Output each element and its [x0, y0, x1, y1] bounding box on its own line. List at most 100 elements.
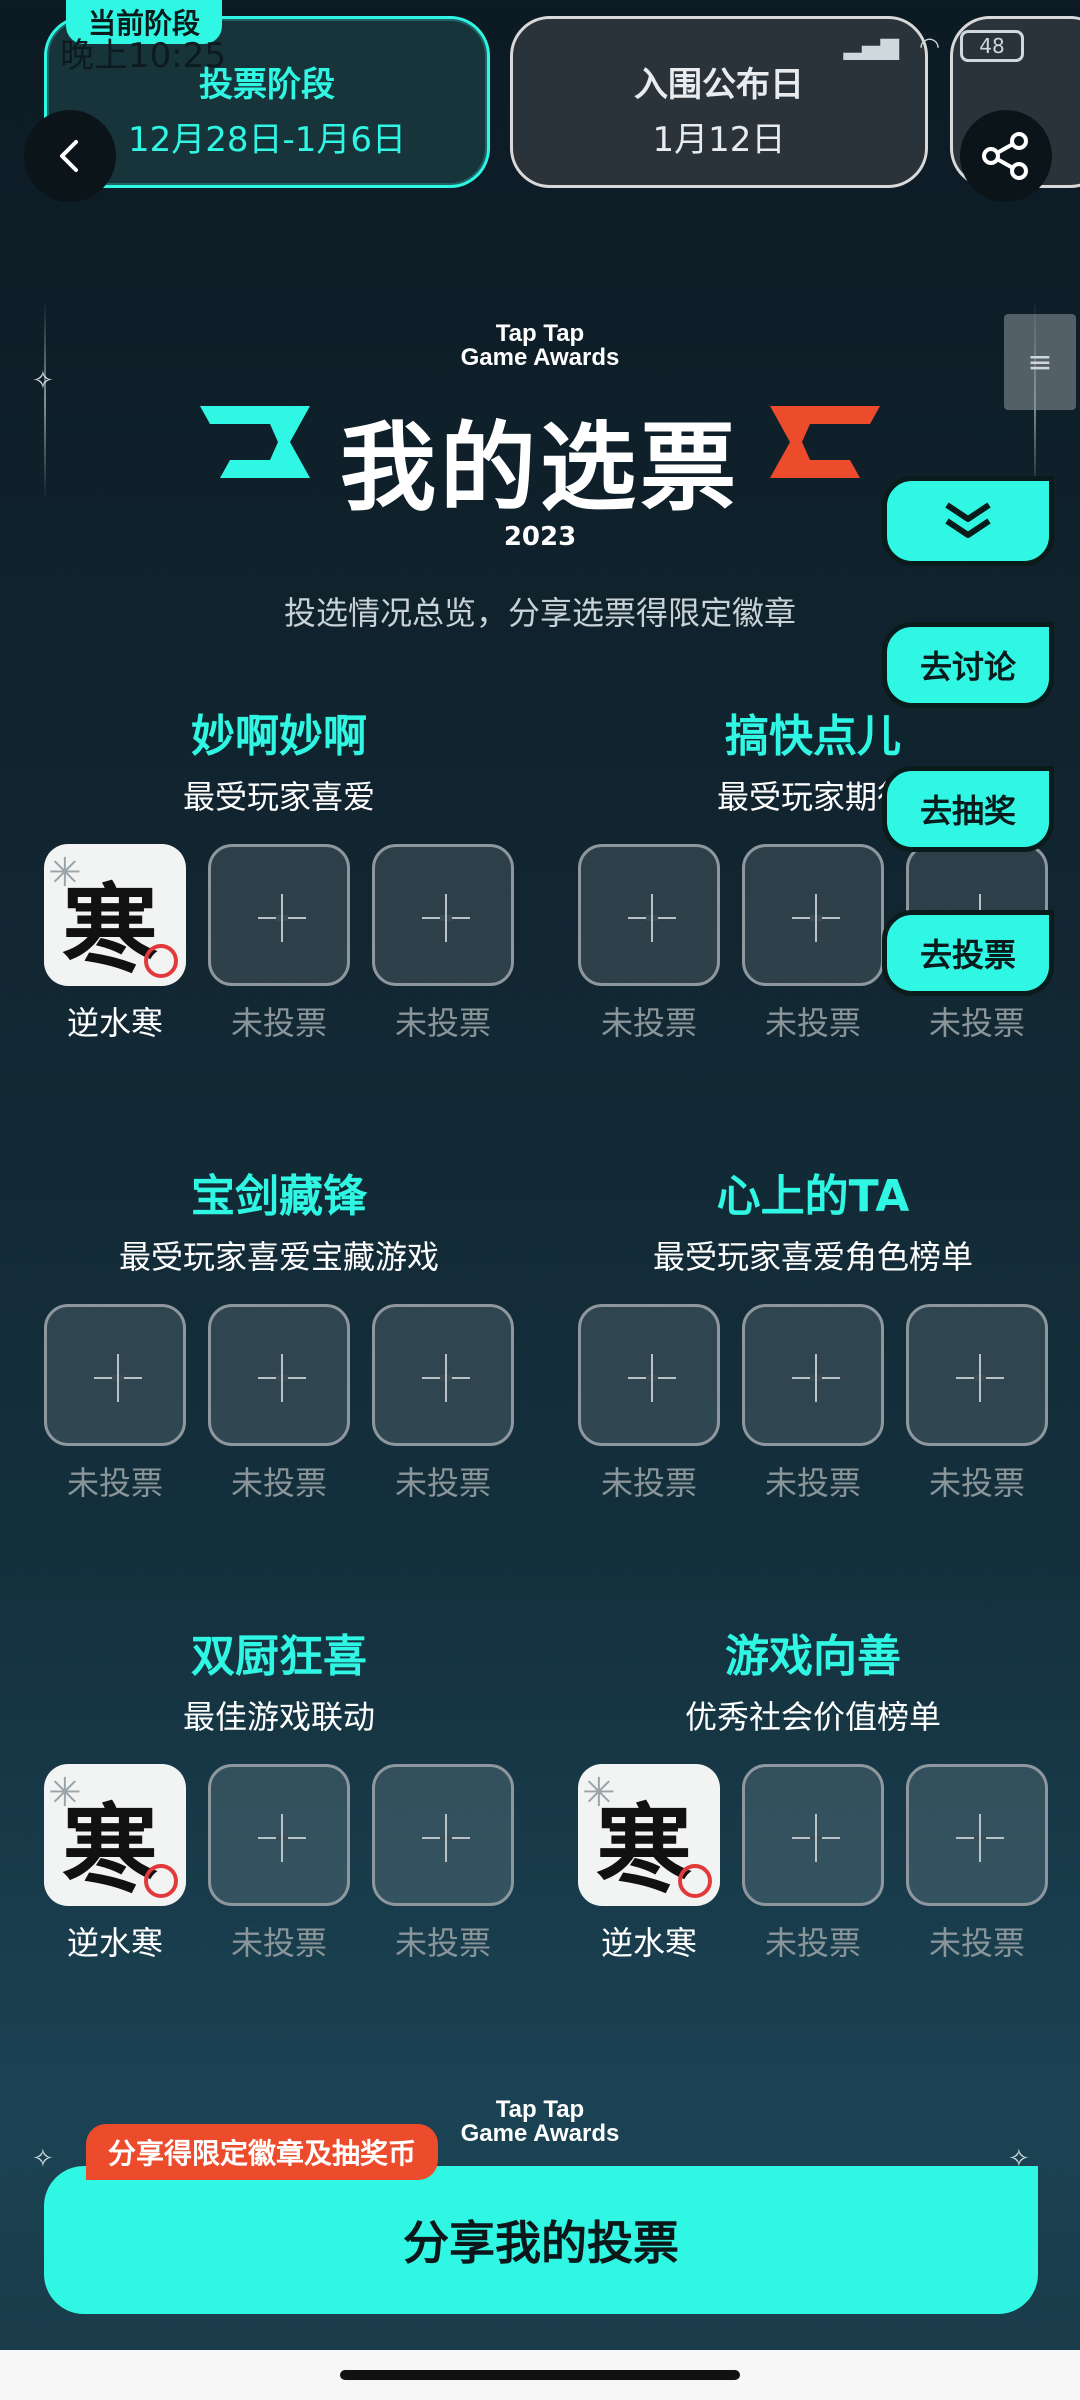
slot-label: 未投票: [230, 1924, 327, 1962]
game-icon-glyph: 寒: [62, 873, 158, 986]
category-title: 双厨狂喜: [191, 1631, 367, 1682]
phase-title: 入围公布日: [634, 65, 804, 105]
add-vote-icon: [906, 1304, 1048, 1446]
brand-line: Game Awards: [460, 344, 620, 371]
vote-button[interactable]: 去投票: [882, 910, 1054, 996]
battery-level: 48: [979, 34, 1005, 58]
empty-vote-slot[interactable]: 未投票: [208, 1304, 350, 1504]
brand-logo: Tap Tap Game Awards: [0, 322, 1080, 370]
voted-game-slot[interactable]: ✳ 寒逆水寒: [44, 844, 186, 1044]
empty-vote-slot[interactable]: 未投票: [578, 844, 720, 1044]
battery-icon: 48: [960, 30, 1024, 62]
publisher-logo-icon: [144, 944, 178, 978]
slot-label: 逆水寒: [66, 1004, 163, 1042]
category-subtitle: 最佳游戏联动: [182, 1698, 375, 1736]
signal-icon: ▂▄▆: [843, 32, 900, 60]
empty-vote-slot[interactable]: 未投票: [578, 1304, 720, 1504]
add-vote-icon: [44, 1304, 186, 1446]
add-vote-icon: [742, 1764, 884, 1906]
add-vote-icon: [578, 844, 720, 986]
award-category: 妙啊妙啊 最受玩家喜爱 ✳ 寒逆水寒 未投票 未投票: [44, 700, 514, 1044]
empty-vote-slot[interactable]: 未投票: [372, 1304, 514, 1504]
empty-vote-slot[interactable]: 未投票: [906, 1764, 1048, 1964]
slot-label: 未投票: [928, 1924, 1025, 1962]
slot-label: 未投票: [66, 1464, 163, 1502]
empty-vote-slot[interactable]: 未投票: [742, 1764, 884, 1964]
slot-label: 未投票: [928, 1464, 1025, 1502]
add-vote-icon: [208, 844, 350, 986]
brand-line: Tap Tap: [495, 320, 585, 347]
slot-label: 未投票: [928, 1004, 1025, 1042]
double-chevron-down-icon: [945, 502, 991, 538]
slot-label: 未投票: [230, 1004, 327, 1042]
voted-game-slot[interactable]: ✳ 寒逆水寒: [44, 1764, 186, 1964]
slot-label: 未投票: [600, 1004, 697, 1042]
vote-slots: ✳ 寒逆水寒 未投票 未投票: [44, 844, 514, 1044]
sparkle-icon: ✧: [32, 2144, 54, 2174]
category-title: 游戏向善: [725, 1631, 901, 1682]
category-subtitle: 最受玩家喜爱宝藏游戏: [118, 1238, 439, 1276]
category-title: 搞快点儿: [725, 711, 901, 762]
empty-vote-slot[interactable]: 未投票: [742, 1304, 884, 1504]
category-subtitle: 最受玩家喜爱角色榜单: [652, 1238, 973, 1276]
slot-label: 未投票: [600, 1464, 697, 1502]
slot-label: 未投票: [394, 1464, 491, 1502]
empty-vote-slot[interactable]: 未投票: [742, 844, 884, 1044]
game-icon-glyph: 寒: [596, 1793, 692, 1906]
empty-vote-slot[interactable]: 未投票: [372, 1764, 514, 1964]
lottery-button[interactable]: 去抽奖: [882, 766, 1054, 852]
brand-line: Tap Tap: [495, 2096, 585, 2123]
add-vote-icon: [742, 1304, 884, 1446]
home-indicator[interactable]: [340, 2370, 740, 2380]
vote-slots: ✳ 寒逆水寒 未投票 未投票: [44, 1764, 514, 1964]
add-vote-icon: [208, 1764, 350, 1906]
empty-vote-slot[interactable]: 未投票: [208, 1764, 350, 1964]
empty-vote-slot[interactable]: 未投票: [372, 844, 514, 1044]
slot-label: 未投票: [394, 1004, 491, 1042]
game-icon: ✳ 寒: [44, 1764, 186, 1906]
category-title: 妙啊妙啊: [191, 711, 367, 762]
category-title: 宝剑藏锋: [191, 1171, 367, 1222]
slot-label: 逆水寒: [600, 1924, 697, 1962]
share-my-votes-button[interactable]: 分享我的投票: [44, 2166, 1038, 2314]
award-category: 心上的TA 最受玩家喜爱角色榜单 未投票 未投票 未投票: [578, 1160, 1048, 1504]
voted-game-slot[interactable]: ✳ 寒逆水寒: [578, 1764, 720, 1964]
award-category: 双厨狂喜 最佳游戏联动 ✳ 寒逆水寒 未投票 未投票: [44, 1620, 514, 1964]
game-icon: ✳ 寒: [578, 1764, 720, 1906]
slot-label: 逆水寒: [66, 1924, 163, 1962]
game-icon: ✳ 寒: [44, 844, 186, 986]
back-button[interactable]: [24, 110, 116, 202]
slot-label: 未投票: [764, 1464, 861, 1502]
add-vote-icon: [372, 844, 514, 986]
scroll-down-button[interactable]: [882, 476, 1054, 566]
vote-slots: 未投票 未投票 未投票: [578, 1304, 1048, 1504]
add-vote-icon: [578, 1304, 720, 1446]
award-category: 宝剑藏锋 最受玩家喜爱宝藏游戏 未投票 未投票 未投票: [44, 1160, 514, 1504]
share-button[interactable]: [960, 110, 1052, 202]
add-vote-icon: [906, 1764, 1048, 1906]
publisher-logo-icon: [678, 1864, 712, 1898]
game-icon-glyph: 寒: [62, 1793, 158, 1906]
slot-label: 未投票: [764, 1004, 861, 1042]
slot-label: 未投票: [394, 1924, 491, 1962]
add-vote-icon: [372, 1764, 514, 1906]
slot-label: 未投票: [764, 1924, 861, 1962]
empty-vote-slot[interactable]: 未投票: [208, 844, 350, 1044]
add-vote-icon: [208, 1304, 350, 1446]
publisher-logo-icon: [144, 1864, 178, 1898]
category-subtitle: 最受玩家喜爱: [182, 778, 375, 816]
status-time: 晚上10:25: [60, 36, 226, 76]
vote-slots: ✳ 寒逆水寒 未投票 未投票: [578, 1764, 1048, 1964]
category-title: 心上的TA: [716, 1171, 910, 1222]
award-category: 游戏向善 优秀社会价值榜单 ✳ 寒逆水寒 未投票 未投票: [578, 1620, 1048, 1964]
add-vote-icon: [372, 1304, 514, 1446]
category-subtitle: 优秀社会价值榜单: [684, 1698, 941, 1736]
discuss-button[interactable]: 去讨论: [882, 622, 1054, 708]
slot-label: 未投票: [230, 1464, 327, 1502]
empty-vote-slot[interactable]: 未投票: [44, 1304, 186, 1504]
status-indicators: ▂▄▆ ◠ 48: [844, 30, 1024, 62]
add-vote-icon: [742, 844, 884, 986]
share-reward-tag: 分享得限定徽章及抽奖币: [86, 2124, 439, 2180]
wifi-icon: ◠: [919, 32, 940, 60]
empty-vote-slot[interactable]: 未投票: [906, 1304, 1048, 1504]
